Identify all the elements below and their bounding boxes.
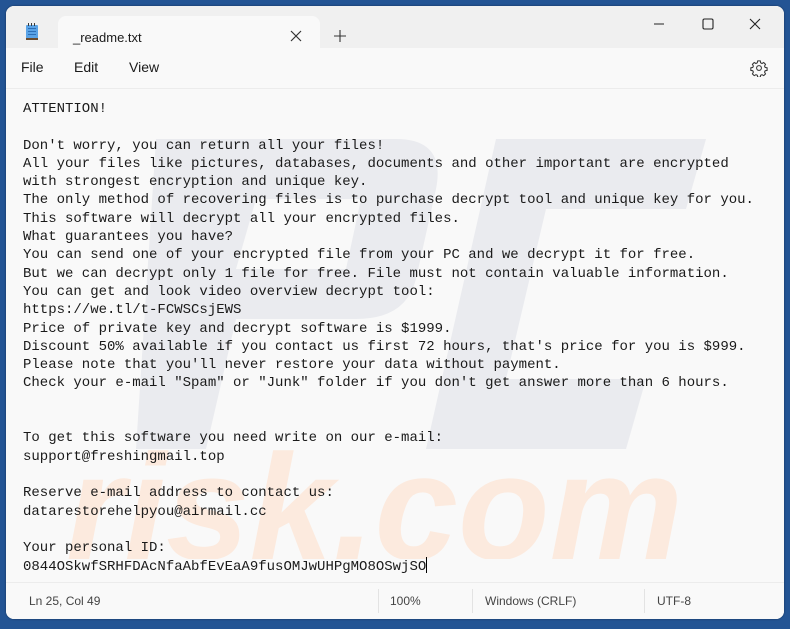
line: Reserve e-mail address to contact us: [23, 485, 334, 502]
new-tab-button[interactable] [328, 24, 352, 48]
minimize-button[interactable] [636, 8, 682, 40]
status-divider [378, 589, 379, 613]
status-bar: Ln 25, Col 49 100% Windows (CRLF) UTF-8 [6, 582, 784, 619]
menu-file[interactable]: File [19, 59, 46, 75]
link-line: https://we.tl/t-FCWSCsjEWS [23, 302, 242, 319]
line: Check your e-mail "Spam" or "Junk" folde… [23, 375, 729, 392]
line: with strongest encryption and unique key… [23, 174, 368, 191]
plus-icon [334, 30, 346, 42]
tab-title: _readme.txt [73, 30, 142, 45]
line: The only method of recovering files is t… [23, 192, 754, 209]
menu-view[interactable]: View [127, 59, 161, 75]
cursor-position: Ln 25, Col 49 [29, 594, 101, 608]
zoom-level[interactable]: 100% [390, 594, 421, 608]
gear-icon [750, 60, 768, 77]
text-editor[interactable]: risk.com ATTENTION! Don't worry, you can… [6, 89, 784, 582]
email-line: datarestorehelpyou@airmail.cc [23, 503, 267, 520]
notepad-window: _readme.txt File Edit View risk.com ATTE… [6, 6, 784, 619]
text-caret [426, 557, 428, 574]
menu-edit[interactable]: Edit [72, 59, 100, 75]
personal-id-line: 0844OSkwfSRHFDAcNfaAbfEvEaA9fusOMJwUHPgM… [23, 559, 427, 576]
close-icon [290, 30, 302, 42]
encoding[interactable]: UTF-8 [657, 594, 691, 608]
close-icon [749, 18, 761, 30]
maximize-icon [702, 18, 714, 30]
maximize-button[interactable] [685, 8, 731, 40]
line: To get this software you need write on o… [23, 430, 444, 447]
close-tab-button[interactable] [284, 24, 308, 48]
line: Discount 50% available if you contact us… [23, 338, 746, 355]
line: All your files like pictures, databases,… [23, 155, 729, 172]
menu-bar: File Edit View [6, 48, 784, 89]
line: You can get and look video overview decr… [23, 283, 435, 300]
notepad-icon [25, 23, 39, 41]
line: You can send one of your encrypted file … [23, 247, 696, 264]
settings-button[interactable] [748, 57, 770, 79]
line: Don't worry, you can return all your fil… [23, 137, 385, 154]
line: Your personal ID: [23, 540, 166, 557]
line-ending[interactable]: Windows (CRLF) [485, 594, 576, 608]
email-line: support@freshingmail.top [23, 448, 225, 465]
line: ATTENTION! [23, 101, 108, 117]
line: This software will decrypt all your encr… [23, 210, 460, 227]
status-divider [472, 589, 473, 613]
close-window-button[interactable] [732, 8, 778, 40]
title-bar[interactable]: _readme.txt [6, 6, 784, 56]
line: But we can decrypt only 1 file for free.… [23, 265, 729, 282]
minimize-icon [654, 23, 664, 25]
line: Please note that you'll never restore yo… [23, 357, 561, 374]
line: What guarantees you have? [23, 229, 234, 246]
document-text[interactable]: ATTENTION! Don't worry, you can return a… [23, 100, 754, 577]
status-divider [644, 589, 645, 613]
line: Price of private key and decrypt softwar… [23, 320, 452, 337]
